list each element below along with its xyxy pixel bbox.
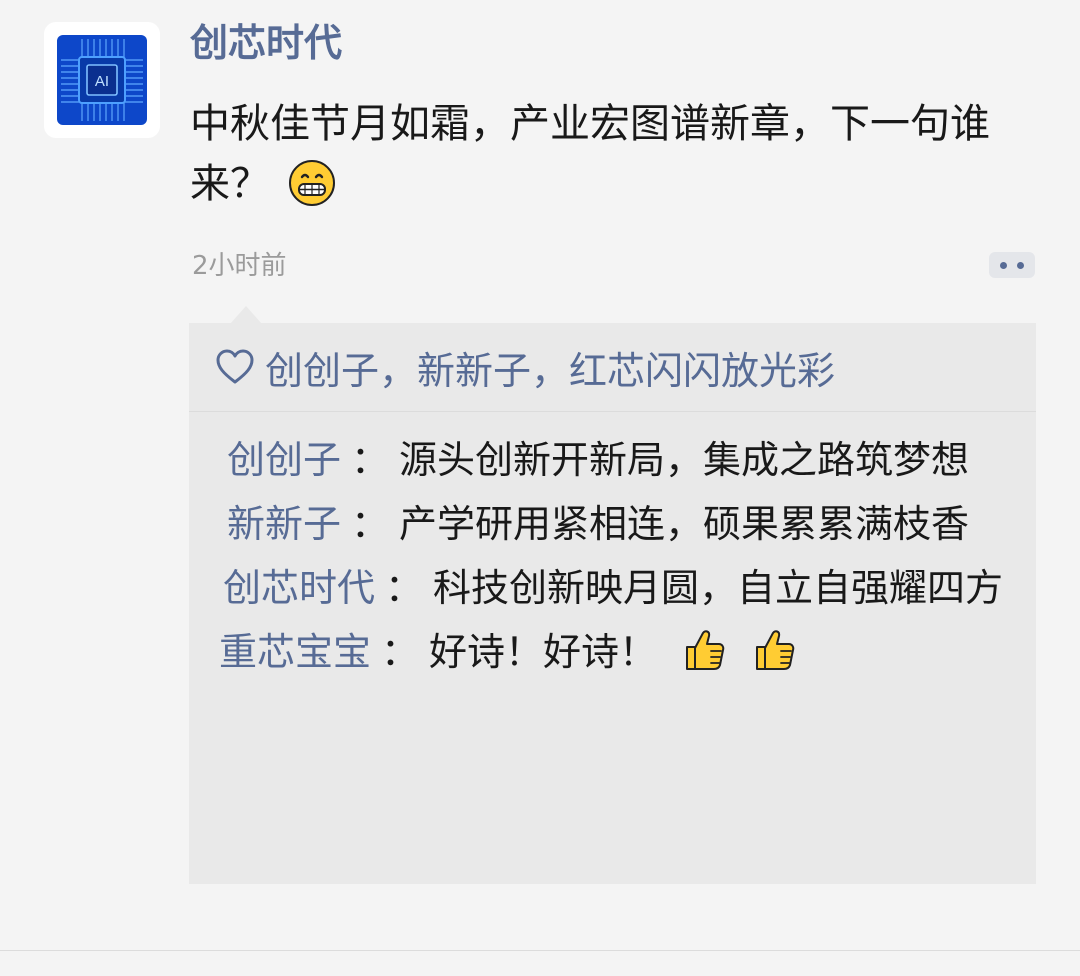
- avatar-label: AI: [95, 73, 109, 90]
- comment-item[interactable]: 重芯宝宝：好诗！好诗！: [189, 620, 1006, 692]
- comment-author[interactable]: 创芯时代: [223, 566, 375, 610]
- likes-names[interactable]: 创创子，新新子，红芯闪闪放光彩: [265, 340, 835, 395]
- comments-list: 创创子：源头创新开新局，集成之路筑梦想 新新子：产学研用紧相连，硕果累累满枝香 …: [189, 412, 1036, 692]
- moments-post: AI 创芯时代 中秋佳节月如霜，产业宏图谱新章，下一句谁来？ 2小时前 创创子，…: [0, 0, 1080, 976]
- more-actions-button[interactable]: [989, 252, 1035, 278]
- comment-text: 好诗！好诗！: [429, 630, 658, 674]
- comment-author[interactable]: 重芯宝宝: [219, 630, 371, 674]
- more-dot-icon: [1017, 261, 1024, 269]
- comment-separator: ：: [351, 438, 390, 482]
- post-time: 2小时前: [192, 251, 287, 281]
- ai-chip-icon: AI: [57, 35, 147, 125]
- divider: [0, 950, 1080, 951]
- author-avatar[interactable]: AI: [44, 22, 160, 138]
- heart-icon: [216, 349, 254, 384]
- likes-row: 创创子，新新子，红芯闪闪放光彩: [189, 323, 1036, 412]
- comment-item[interactable]: 创创子：源头创新开新局，集成之路筑梦想: [189, 428, 1006, 492]
- comment-author[interactable]: 新新子: [227, 502, 341, 546]
- more-dot-icon: [1000, 261, 1007, 269]
- comment-text: 源头创新开新局，集成之路筑梦想: [399, 438, 970, 482]
- comment-item[interactable]: 创芯时代：科技创新映月圆，自立自强耀四方: [189, 556, 1006, 620]
- comment-separator: ：: [385, 566, 424, 610]
- panel-pointer: [230, 306, 262, 324]
- interaction-panel: 创创子，新新子，红芯闪闪放光彩 创创子：源头创新开新局，集成之路筑梦想 新新子：…: [189, 323, 1036, 884]
- thumbs-up-icon: [681, 627, 727, 692]
- author-name[interactable]: 创芯时代: [190, 16, 342, 70]
- comment-separator: ：: [351, 502, 390, 546]
- post-text: 中秋佳节月如霜，产业宏图谱新章，下一句谁来？: [190, 94, 1040, 224]
- thumbs-up-icon: [751, 627, 797, 692]
- comment-author[interactable]: 创创子: [227, 438, 341, 482]
- comment-separator: ：: [381, 630, 420, 674]
- comment-text: 产学研用紧相连，硕果累累满枝香: [399, 502, 970, 546]
- comment-text: 科技创新映月圆，自立自强耀四方: [433, 566, 1004, 610]
- grinning-face-icon: [288, 159, 336, 224]
- comment-item[interactable]: 新新子：产学研用紧相连，硕果累累满枝香: [189, 492, 1006, 556]
